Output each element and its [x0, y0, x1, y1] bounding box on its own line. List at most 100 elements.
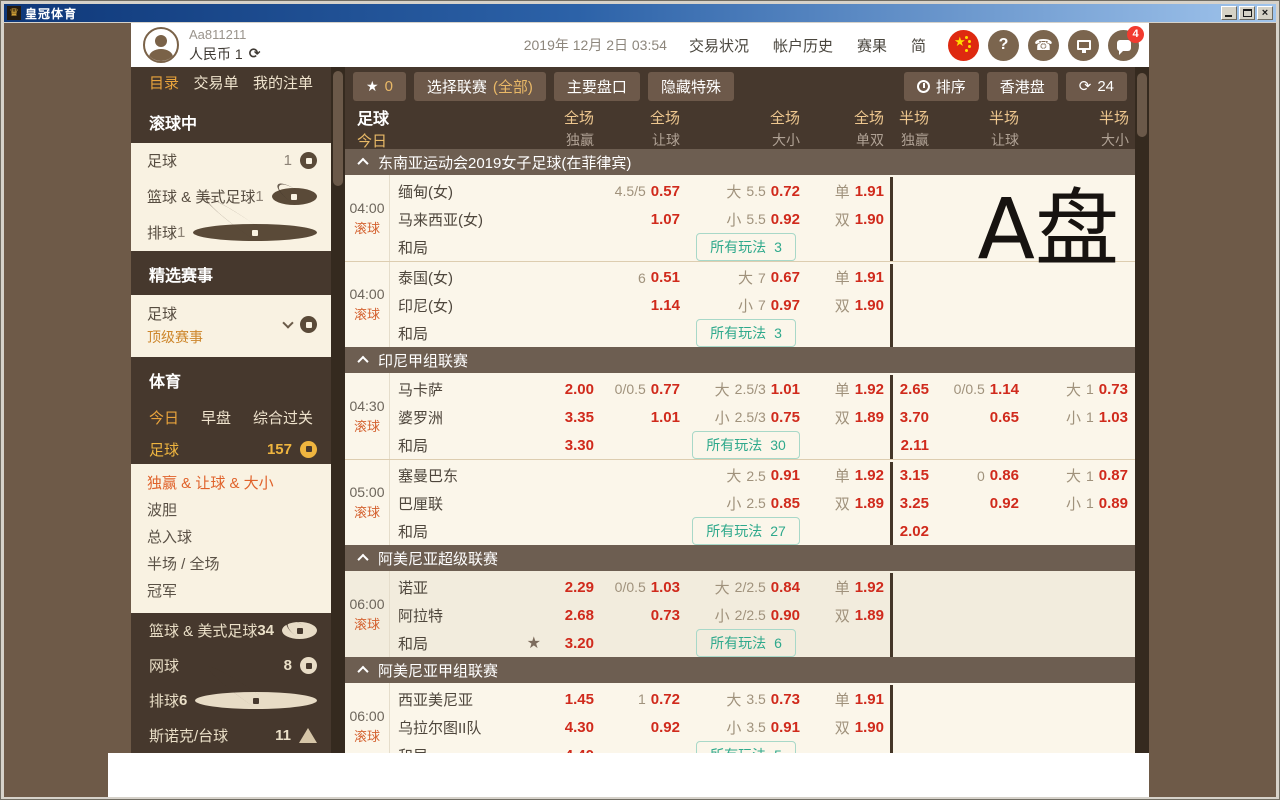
- monitor-icon[interactable]: [1068, 30, 1099, 61]
- odds-half-win[interactable]: [893, 205, 935, 233]
- odds-full-overunder[interactable]: 大2/2.50.84: [686, 573, 806, 601]
- odds-half-overunder[interactable]: 小11.03: [1025, 403, 1134, 431]
- odds-full-overunder[interactable]: 大5.50.72: [686, 177, 806, 205]
- odds-half-overunder[interactable]: [1025, 573, 1134, 601]
- odds-half-handicap[interactable]: 00.86: [935, 462, 1025, 490]
- odds-full-oddeven[interactable]: 单1.91: [806, 177, 890, 205]
- odds-half-overunder[interactable]: 大10.87: [1025, 462, 1134, 490]
- odds-half-overunder[interactable]: [1025, 431, 1134, 459]
- odds-full-win[interactable]: 4.30: [555, 713, 600, 741]
- odds-full-overunder[interactable]: 小70.97: [686, 292, 806, 320]
- odds-half-win[interactable]: [893, 177, 935, 205]
- odds-half-win[interactable]: 2.02: [893, 517, 935, 545]
- odds-full-overunder[interactable]: 小2.5/30.75: [686, 403, 806, 431]
- submenu-total-goals[interactable]: 总入球: [131, 524, 331, 551]
- odds-half-overunder[interactable]: [1025, 292, 1134, 320]
- odds-full-win[interactable]: [555, 233, 600, 261]
- odds-full-handicap[interactable]: [600, 462, 686, 490]
- menu-account-history[interactable]: 帐户历史: [773, 35, 833, 56]
- chat-icon[interactable]: 4: [1108, 30, 1139, 61]
- odds-full-oddeven[interactable]: 单1.92: [806, 375, 890, 403]
- favorite-star-icon[interactable]: ★: [527, 633, 541, 653]
- main-scrollbar-thumb[interactable]: [1137, 73, 1147, 137]
- odds-half-win[interactable]: [893, 233, 935, 261]
- submenu-win-handicap-ou[interactable]: 独赢 & 让球 & 大小: [131, 470, 331, 497]
- odds-full-handicap[interactable]: 0.92: [600, 713, 686, 741]
- user-block[interactable]: Aa811211 人民币 1 ⟳: [131, 27, 260, 64]
- odds-half-handicap[interactable]: [935, 629, 1025, 657]
- odds-full-handicap[interactable]: 0.73: [600, 601, 686, 629]
- all-bets-button[interactable]: 所有玩法6: [696, 629, 796, 657]
- odds-full-oddeven[interactable]: 双1.90: [806, 713, 890, 741]
- odds-half-handicap[interactable]: [935, 573, 1025, 601]
- avatar[interactable]: [143, 27, 179, 63]
- odds-full-handicap[interactable]: 1.14: [600, 292, 686, 320]
- odds-full-win[interactable]: 2.68: [555, 601, 600, 629]
- odds-half-handicap[interactable]: [935, 741, 1025, 753]
- main-markets-button[interactable]: 主要盘口: [554, 72, 640, 101]
- select-league-button[interactable]: 选择联赛 (全部): [414, 72, 546, 101]
- odds-half-win[interactable]: [893, 264, 935, 292]
- sidebar-tab-directory[interactable]: 目录: [149, 72, 179, 93]
- league-header[interactable]: 阿美尼亚甲组联赛: [345, 657, 1135, 683]
- all-bets-button[interactable]: 所有玩法30: [692, 431, 800, 459]
- odds-full-overunder[interactable]: 小5.50.92: [686, 205, 806, 233]
- odds-full-handicap[interactable]: 1.01: [600, 403, 686, 431]
- odds-full-oddeven[interactable]: 双1.89: [806, 601, 890, 629]
- odds-full-handicap[interactable]: 10.72: [600, 685, 686, 713]
- odds-half-handicap[interactable]: [935, 517, 1025, 545]
- odds-half-handicap[interactable]: [935, 713, 1025, 741]
- sidebar-tab-betslip[interactable]: 交易单: [193, 72, 238, 93]
- odds-full-win[interactable]: [555, 517, 600, 545]
- odds-full-win[interactable]: [555, 490, 600, 518]
- sidebar-item-snooker[interactable]: 斯诺克/台球 11: [131, 718, 331, 753]
- sort-button[interactable]: 排序: [904, 72, 979, 101]
- odds-half-overunder[interactable]: 大10.73: [1025, 375, 1134, 403]
- odds-full-handicap[interactable]: 0/0.51.03: [600, 573, 686, 601]
- league-header[interactable]: 阿美尼亚超级联赛: [345, 545, 1135, 571]
- odds-full-oddeven[interactable]: 单1.92: [806, 573, 890, 601]
- odds-full-overunder[interactable]: 大2.5/31.01: [686, 375, 806, 403]
- odds-full-oddeven[interactable]: 双1.89: [806, 490, 890, 518]
- odds-type-button[interactable]: 香港盘: [987, 72, 1058, 101]
- odds-half-handicap[interactable]: 0/0.51.14: [935, 375, 1025, 403]
- odds-half-win[interactable]: [893, 713, 935, 741]
- league-header[interactable]: 东南亚运动会2019女子足球(在菲律宾): [345, 149, 1135, 175]
- odds-full-overunder[interactable]: 大3.50.73: [686, 685, 806, 713]
- sports-tab-parlay[interactable]: 综合过关: [253, 407, 313, 428]
- odds-full-overunder[interactable]: 大70.67: [686, 264, 806, 292]
- sidebar-item-live-soccer[interactable]: 足球 1: [131, 143, 331, 179]
- odds-full-overunder[interactable]: 小2/2.50.90: [686, 601, 806, 629]
- odds-full-handicap[interactable]: 0/0.50.77: [600, 375, 686, 403]
- sidebar-scrollbar-thumb[interactable]: [333, 71, 343, 186]
- odds-half-overunder[interactable]: [1025, 713, 1134, 741]
- odds-full-win[interactable]: [555, 205, 600, 233]
- odds-full-oddeven[interactable]: 单1.92: [806, 462, 890, 490]
- odds-full-win[interactable]: 4.40: [555, 741, 600, 753]
- refresh-button[interactable]: ⟳ 24: [1066, 72, 1127, 101]
- odds-half-overunder[interactable]: [1025, 629, 1134, 657]
- odds-half-handicap[interactable]: 0.92: [935, 490, 1025, 518]
- sidebar-item-soccer[interactable]: 足球 157: [131, 434, 331, 464]
- odds-full-win[interactable]: 3.30: [555, 431, 600, 459]
- submenu-correct-score[interactable]: 波胆: [131, 497, 331, 524]
- sidebar-item-volleyball[interactable]: 排球 6: [131, 683, 331, 718]
- odds-half-win[interactable]: 2.11: [893, 431, 935, 459]
- maximize-button[interactable]: [1239, 6, 1255, 20]
- odds-half-win[interactable]: 3.25: [893, 490, 935, 518]
- phone-icon[interactable]: ☎: [1028, 30, 1059, 61]
- odds-full-win[interactable]: 1.45: [555, 685, 600, 713]
- favorites-button[interactable]: ★ 0: [353, 72, 406, 101]
- odds-half-handicap[interactable]: 0.65: [935, 403, 1025, 431]
- odds-full-oddeven[interactable]: 单1.91: [806, 264, 890, 292]
- odds-half-win[interactable]: [893, 629, 935, 657]
- all-bets-button[interactable]: 所有玩法27: [692, 517, 800, 545]
- odds-full-oddeven[interactable]: 单1.91: [806, 685, 890, 713]
- odds-full-win[interactable]: [555, 177, 600, 205]
- odds-half-win[interactable]: [893, 292, 935, 320]
- sidebar-item-featured-soccer[interactable]: 足球 顶级赛事: [131, 295, 331, 357]
- odds-half-win[interactable]: 3.15: [893, 462, 935, 490]
- odds-full-handicap[interactable]: 60.51: [600, 264, 686, 292]
- odds-half-win[interactable]: 3.70: [893, 403, 935, 431]
- all-bets-button[interactable]: 所有玩法5: [696, 741, 796, 753]
